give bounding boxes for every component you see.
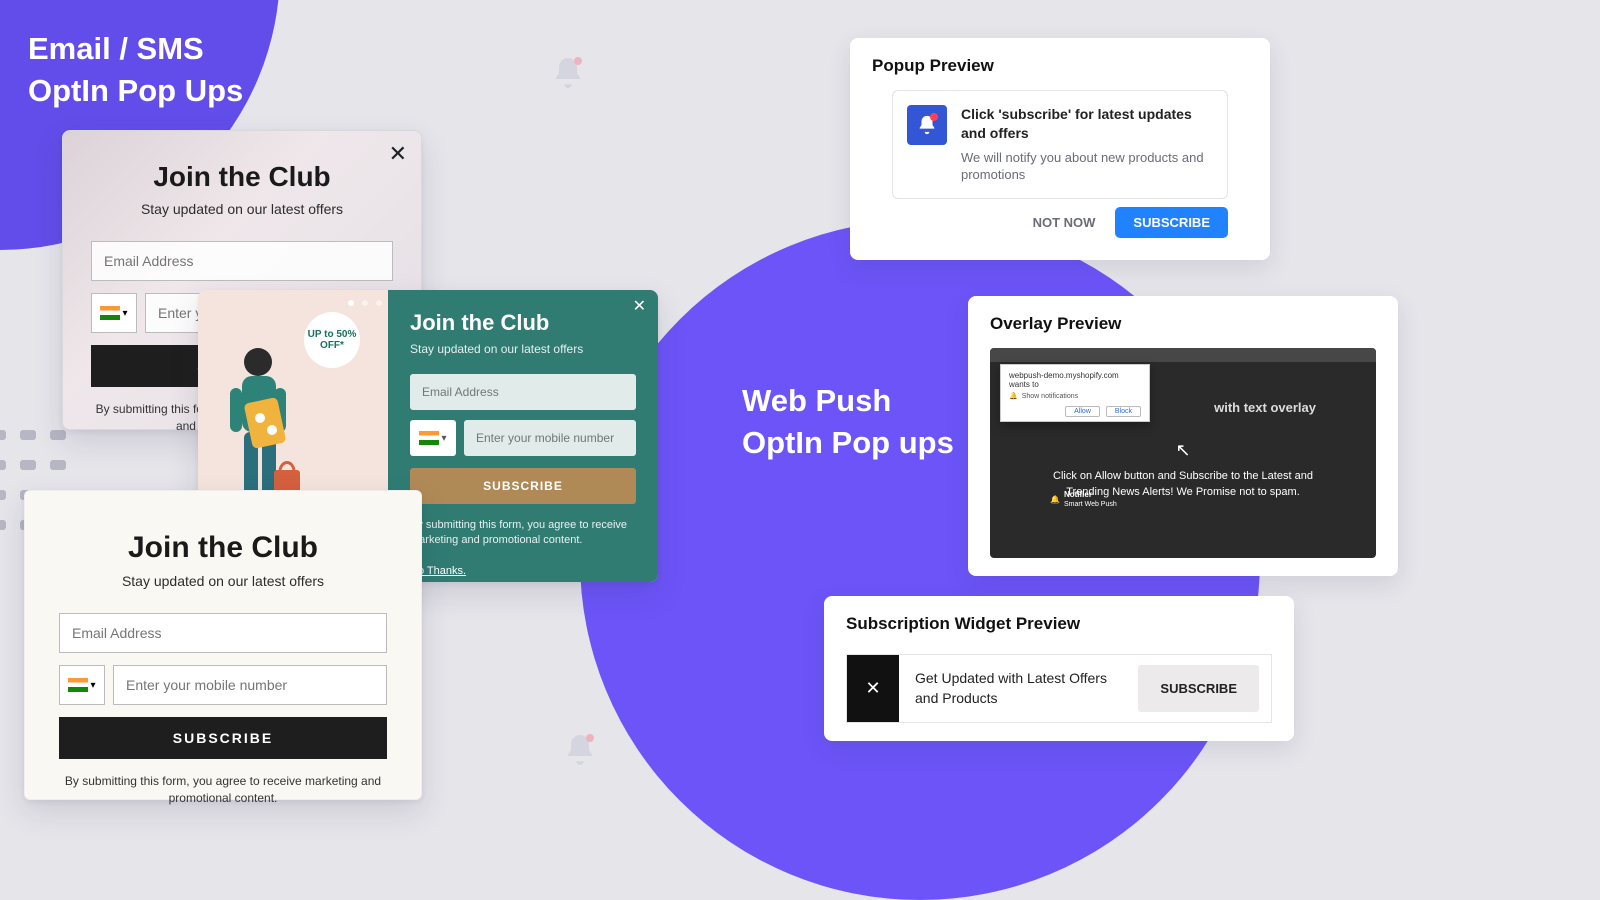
popup-title: Join the Club xyxy=(410,310,636,336)
browser-permission-prompt: webpush-demo.myshopify.com wants to 🔔 Sho… xyxy=(1000,364,1150,422)
not-now-button[interactable]: NOT NOW xyxy=(1027,207,1102,238)
preview-widget-card: Subscription Widget Preview ✕ Get Update… xyxy=(824,596,1294,741)
country-select[interactable]: ▾ xyxy=(91,293,137,333)
push-notification-preview: Click 'subscribe' for latest updates and… xyxy=(892,90,1228,199)
subscribe-button[interactable]: SUBSCRIBE xyxy=(59,717,387,759)
popup-footnote: By submitting this form, you agree to re… xyxy=(59,773,387,807)
pointer-icon: ↖ xyxy=(1050,438,1316,463)
email-field[interactable] xyxy=(410,374,636,410)
close-icon[interactable]: ✕ xyxy=(389,141,407,167)
bell-icon xyxy=(550,55,586,96)
preview-overlay-card: Overlay Preview webpush-demo.myshopify.c… xyxy=(968,296,1398,576)
close-icon[interactable]: ✕ xyxy=(847,655,899,722)
prompt-line: Show notifications xyxy=(1022,393,1078,400)
subscribe-button[interactable]: SUBSCRIBE xyxy=(1138,665,1259,712)
section-title-left: Email / SMS OptIn Pop Ups xyxy=(28,28,243,112)
push-bell-icon xyxy=(907,105,947,145)
country-select[interactable]: ▾ xyxy=(59,665,105,705)
section-title-right: Web Push OptIn Pop ups xyxy=(742,380,954,464)
preview-heading: Subscription Widget Preview xyxy=(846,614,1272,634)
discount-badge: UP to 50% OFF* xyxy=(304,312,360,368)
close-icon[interactable]: ✕ xyxy=(633,296,646,316)
phone-field[interactable] xyxy=(113,665,387,705)
email-popup-cream: Join the Club Stay updated on our latest… xyxy=(24,490,422,800)
preview-heading: Popup Preview xyxy=(872,56,1248,76)
country-select[interactable]: ▾ xyxy=(410,420,456,456)
flag-in-icon xyxy=(100,306,120,320)
widget-message: Get Updated with Latest Offers and Produ… xyxy=(899,655,1138,722)
flag-in-icon xyxy=(419,431,439,445)
popup-subtitle: Stay updated on our latest offers xyxy=(410,342,636,356)
email-field[interactable] xyxy=(91,241,393,281)
subscribe-button[interactable]: SUBSCRIBE xyxy=(1115,207,1228,238)
popup-footnote: By submitting this form, you agree to re… xyxy=(410,518,636,549)
preview-popup-card: Popup Preview Click 'subscribe' for late… xyxy=(850,38,1270,260)
push-title: Click 'subscribe' for latest updates and… xyxy=(961,105,1213,143)
preview-heading: Overlay Preview xyxy=(990,314,1376,334)
popup-subtitle: Stay updated on our latest offers xyxy=(59,573,387,589)
bell-icon xyxy=(562,732,598,773)
email-field[interactable] xyxy=(59,613,387,653)
popup-title: Join the Club xyxy=(59,531,387,565)
bell-icon: 🔔 xyxy=(1009,392,1018,400)
subscribe-button[interactable]: SUBSCRIBE xyxy=(410,468,636,504)
prompt-site: webpush-demo.myshopify.com wants to xyxy=(1009,371,1141,389)
allow-button[interactable]: Allow xyxy=(1065,406,1100,417)
subscription-widget: ✕ Get Updated with Latest Offers and Pro… xyxy=(846,654,1272,723)
popup-title: Join the Club xyxy=(91,161,393,193)
bell-icon: 🔔 xyxy=(1050,495,1060,504)
push-subtitle: We will notify you about new products an… xyxy=(961,149,1213,184)
popup-subtitle: Stay updated on our latest offers xyxy=(91,201,393,217)
phone-field[interactable] xyxy=(464,420,636,456)
block-button[interactable]: Block xyxy=(1106,406,1141,417)
flag-in-icon xyxy=(68,678,88,692)
overlay-headline: with text overlay xyxy=(1214,400,1316,415)
overlay-brand: 🔔 Notifier Smart Web Push xyxy=(1050,490,1117,508)
overlay-stage: webpush-demo.myshopify.com wants to 🔔 Sho… xyxy=(990,348,1376,558)
